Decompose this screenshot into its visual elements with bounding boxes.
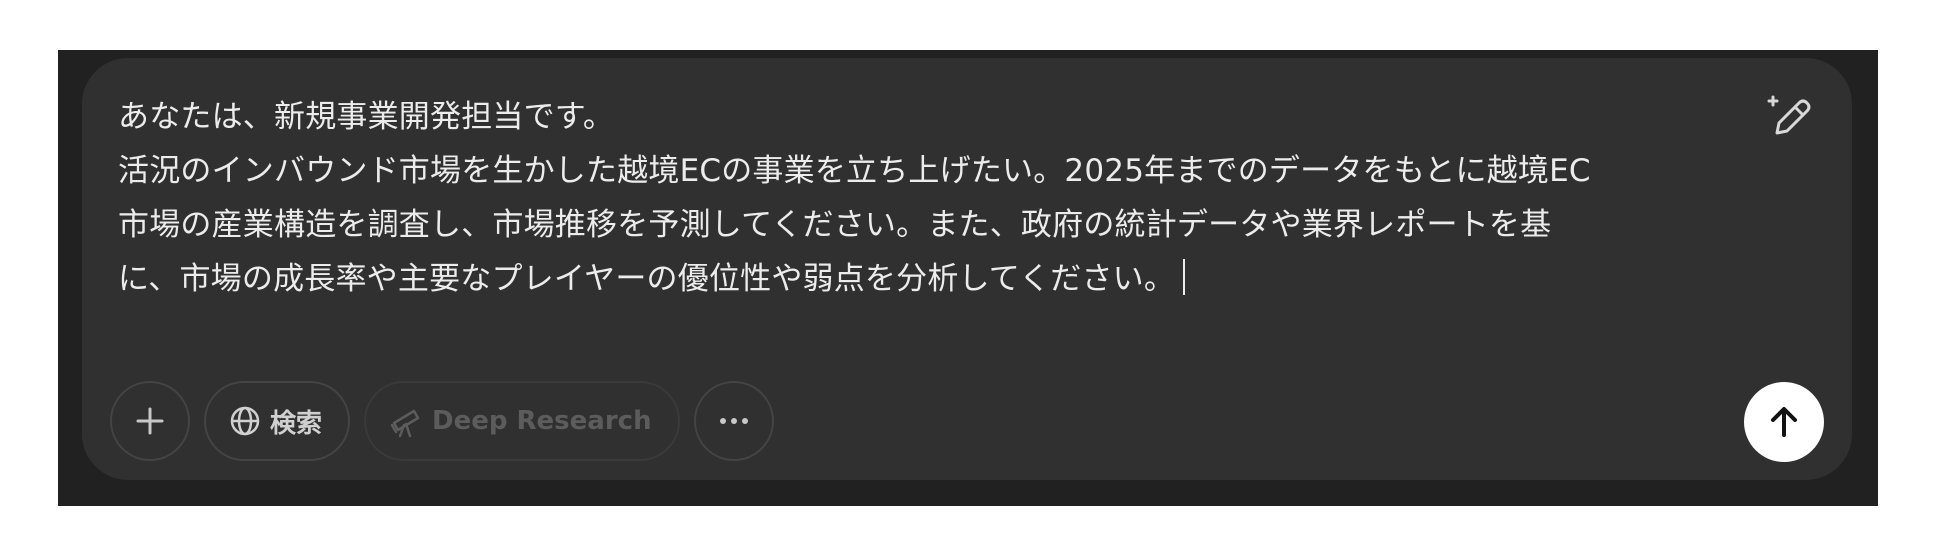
- prompt-line-1: あなたは、新規事業開発担当です。: [118, 99, 615, 135]
- composer-toolbar: 検索 Deep Research: [110, 380, 774, 462]
- sparkle-pen-button[interactable]: [1760, 88, 1816, 144]
- plus-icon: [136, 407, 164, 435]
- more-options-button[interactable]: [693, 381, 774, 461]
- prompt-composer[interactable]: あなたは、新規事業開発担当です。 活況のインバウンド市場を生かした越境ECの事業…: [82, 58, 1852, 480]
- ellipsis-icon: [719, 418, 748, 424]
- add-button[interactable]: [110, 381, 190, 461]
- prompt-line-2: 活況のインバウンド市場を生かした越境ECの事業を立ち上げたい。2025年までのデ…: [118, 153, 1591, 189]
- search-button-label: 検索: [270, 408, 323, 439]
- prompt-input[interactable]: あなたは、新規事業開発担当です。 活況のインバウンド市場を生かした越境ECの事業…: [118, 90, 1758, 306]
- globe-icon: [230, 406, 260, 436]
- deep-research-button[interactable]: Deep Research: [364, 381, 680, 461]
- chat-panel: あなたは、新規事業開発担当です。 活況のインバウンド市場を生かした越境ECの事業…: [58, 50, 1878, 506]
- sparkle-pen-icon: [1767, 95, 1811, 135]
- arrow-up-icon: [1771, 407, 1797, 437]
- prompt-line-4: に、市場の成長率や主要なプレイヤーの優位性や弱点を分析してください。: [118, 261, 1176, 297]
- text-caret: [1183, 259, 1186, 295]
- send-button[interactable]: [1744, 382, 1824, 462]
- telescope-icon: [390, 409, 420, 438]
- deep-research-label: Deep Research: [432, 406, 652, 436]
- search-button[interactable]: 検索: [204, 381, 351, 461]
- prompt-line-3: 市場の産業構造を調査し、市場推移を予測してください。また、政府の統計データや業界…: [118, 207, 1552, 243]
